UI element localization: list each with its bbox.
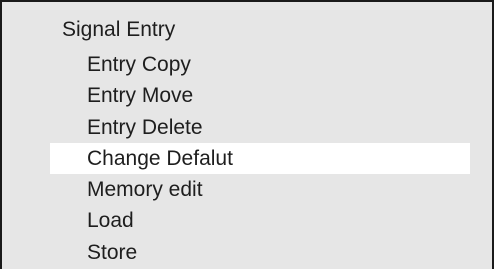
menu-item-entry-move[interactable]: Entry Move xyxy=(2,80,492,111)
menu-title: Signal Entry xyxy=(62,18,176,41)
menu-list: Entry Copy Entry Move Entry Delete Chang… xyxy=(2,49,492,268)
signal-entry-menu: Signal Entry Entry Copy Entry Move Entry… xyxy=(0,0,494,269)
menu-item-store[interactable]: Store xyxy=(2,237,492,268)
menu-item-change-default[interactable]: Change Defalut xyxy=(50,142,470,175)
menu-item-entry-copy[interactable]: Entry Copy xyxy=(2,49,492,80)
menu-item-load[interactable]: Load xyxy=(2,205,492,236)
menu-item-memory-edit[interactable]: Memory edit xyxy=(2,174,492,205)
menu-item-entry-delete[interactable]: Entry Delete xyxy=(2,112,492,143)
